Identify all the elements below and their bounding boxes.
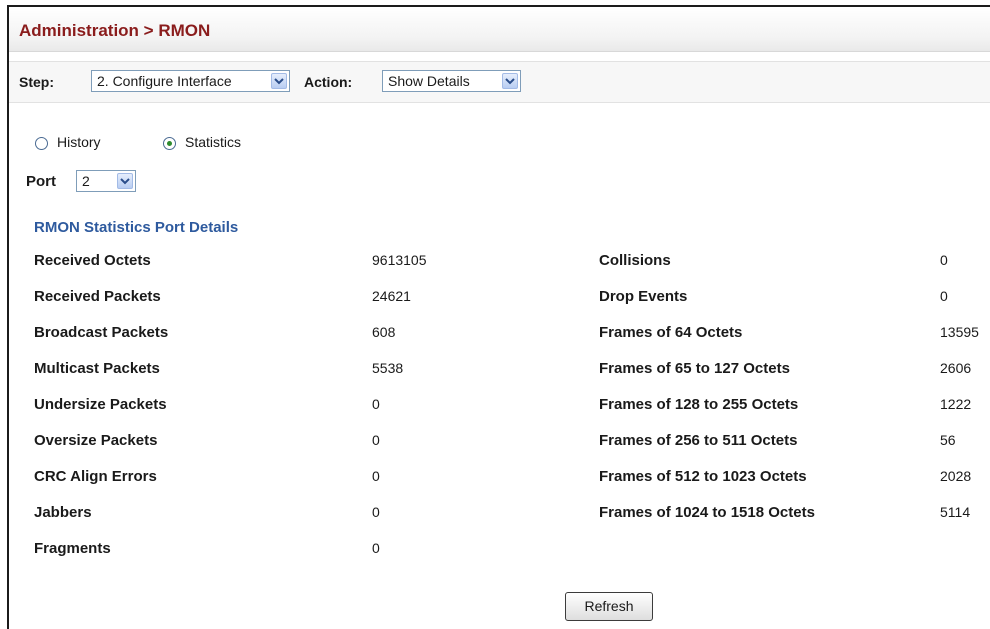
stat-value: 0 bbox=[940, 288, 948, 304]
history-label: History bbox=[57, 134, 101, 150]
page-title: Administration > RMON bbox=[19, 21, 211, 40]
action-select-value: Show Details bbox=[388, 73, 470, 89]
stat-label: Oversize Packets bbox=[34, 432, 158, 449]
step-select[interactable]: 2. Configure Interface bbox=[91, 70, 290, 92]
step-label: Step: bbox=[19, 74, 54, 90]
step-bar: Step: 2. Configure Interface Action: Sho… bbox=[9, 61, 990, 103]
stat-value: 0 bbox=[372, 540, 380, 556]
port-select[interactable]: 2 bbox=[76, 170, 136, 192]
action-select[interactable]: Show Details bbox=[382, 70, 521, 92]
stats-row: CRC Align Errors 0 Frames of 512 to 1023… bbox=[9, 468, 990, 488]
radio-selected-dot bbox=[167, 141, 172, 146]
refresh-button[interactable]: Refresh bbox=[565, 592, 653, 621]
stat-label: Collisions bbox=[599, 252, 671, 269]
stat-value: 5114 bbox=[940, 504, 971, 520]
stat-label: Jabbers bbox=[34, 504, 92, 521]
stat-label: Broadcast Packets bbox=[34, 324, 169, 341]
rmon-panel: Administration > RMON Step: 2. Configure… bbox=[7, 5, 990, 629]
stat-label: Frames of 65 to 127 Octets bbox=[599, 360, 790, 377]
stat-label: Received Octets bbox=[34, 252, 151, 269]
stats-row: Broadcast Packets 608 Frames of 64 Octet… bbox=[9, 324, 990, 344]
stat-label: Frames of 1024 to 1518 Octets bbox=[599, 504, 815, 521]
stat-label: Undersize Packets bbox=[34, 396, 167, 413]
stat-label: Frames of 256 to 511 Octets bbox=[599, 432, 798, 449]
stats-row: Multicast Packets 5538 Frames of 65 to 1… bbox=[9, 360, 990, 380]
statistics-label: Statistics bbox=[185, 134, 242, 150]
stat-value: 13595 bbox=[940, 324, 979, 340]
step-select-value: 2. Configure Interface bbox=[97, 73, 232, 89]
stat-value: 2606 bbox=[940, 360, 972, 376]
stat-label: Multicast Packets bbox=[34, 360, 160, 377]
stat-value: 56 bbox=[940, 432, 956, 448]
stat-value: 0 bbox=[372, 504, 380, 520]
section-title: RMON Statistics Port Details bbox=[34, 219, 239, 236]
history-radio[interactable] bbox=[35, 137, 48, 150]
chevron-down-icon bbox=[271, 73, 287, 89]
stat-value: 1222 bbox=[940, 396, 972, 412]
port-label: Port bbox=[26, 173, 56, 190]
action-label: Action: bbox=[304, 74, 353, 90]
stat-label: Received Packets bbox=[34, 288, 161, 305]
stat-label: Frames of 512 to 1023 Octets bbox=[599, 468, 807, 485]
stats-row: Oversize Packets 0 Frames of 256 to 511 … bbox=[9, 432, 990, 452]
stat-value: 608 bbox=[372, 324, 396, 340]
stats-row: Received Packets 24621 Drop Events 0 bbox=[9, 288, 990, 308]
stat-value: 2028 bbox=[940, 468, 972, 484]
stats-row: Fragments 0 bbox=[9, 540, 990, 560]
stat-value: 0 bbox=[372, 468, 380, 484]
stat-label: Fragments bbox=[34, 540, 111, 557]
stat-label: Frames of 64 Octets bbox=[599, 324, 743, 341]
stat-value: 0 bbox=[372, 396, 380, 412]
chevron-down-icon bbox=[117, 173, 133, 189]
port-select-value: 2 bbox=[82, 173, 90, 189]
stat-value: 0 bbox=[940, 252, 948, 268]
title-bar: Administration > RMON bbox=[9, 7, 990, 52]
stats-row: Jabbers 0 Frames of 1024 to 1518 Octets … bbox=[9, 504, 990, 524]
stats-row: Undersize Packets 0 Frames of 128 to 255… bbox=[9, 396, 990, 416]
stat-value: 0 bbox=[372, 432, 380, 448]
chevron-down-icon bbox=[502, 73, 518, 89]
stat-label: CRC Align Errors bbox=[34, 468, 157, 485]
stat-label: Frames of 128 to 255 Octets bbox=[599, 396, 799, 413]
stat-label: Drop Events bbox=[599, 288, 688, 305]
stats-row: Received Octets 9613105 Collisions 0 bbox=[9, 252, 990, 272]
stat-value: 5538 bbox=[372, 360, 404, 376]
statistics-radio[interactable] bbox=[163, 137, 176, 150]
stat-value: 24621 bbox=[372, 288, 411, 304]
stat-value: 9613105 bbox=[372, 252, 427, 268]
